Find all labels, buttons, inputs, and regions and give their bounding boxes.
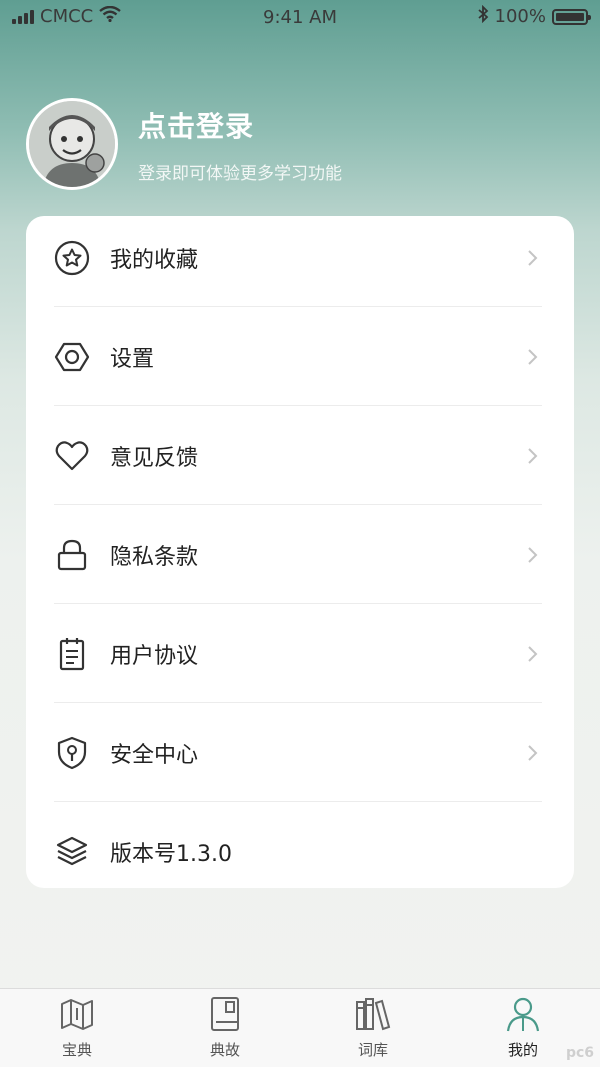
lock-icon [54,537,90,573]
menu-item-favorites[interactable]: 我的收藏 [54,208,542,307]
tab-label: 典故 [209,1041,240,1059]
login-subtitle: 登录即可体验更多学习功能 [138,163,342,184]
person-icon [448,995,598,1033]
tab-diangu[interactable]: 典故 [150,995,300,1061]
layers-icon [54,834,90,870]
status-bar: CMCC 9:41 AM 100% [0,0,600,36]
battery-percent: 100% [494,6,546,27]
tab-ciku[interactable]: 词库 [298,995,448,1061]
status-right: 100% [477,4,591,28]
tab-label: 宝典 [61,1041,92,1059]
menu-item-feedback[interactable]: 意见反馈 [54,406,542,505]
menu-item-label: 安全中心 [110,742,199,768]
heart-icon [54,438,90,474]
login-header[interactable]: 点击登录 登录即可体验更多学习功能 [26,98,342,190]
chevron-right-icon [528,744,538,761]
library-icon [298,995,448,1033]
menu-item-user-agreement[interactable]: 用户协议 [54,604,542,703]
chevron-right-icon [528,546,538,563]
star-circle-icon [54,240,90,276]
menu-item-label: 意见反馈 [110,445,199,471]
chevron-right-icon [528,249,538,266]
menu-item-settings[interactable]: 设置 [54,307,542,406]
book-icon [150,995,300,1033]
hexagon-settings-icon [54,339,90,375]
menu-item-label: 我的收藏 [110,247,199,273]
menu-item-label: 设置 [110,346,155,372]
avatar[interactable] [26,98,118,190]
notepad-icon [54,636,90,672]
battery-icon [552,8,591,25]
chevron-right-icon [528,447,538,464]
watermark-logo: pc6 [565,1045,594,1061]
menu-item-version: 版本号1.3.0 [54,802,542,901]
menu-item-security-center[interactable]: 安全中心 [54,703,542,802]
menu-item-privacy[interactable]: 隐私条款 [54,505,542,604]
menu-item-label: 用户协议 [110,643,199,669]
tab-bar: 宝典 典故 词库 我的 pc6 [0,988,600,1067]
tab-label: 词库 [357,1041,388,1059]
chevron-right-icon [528,348,538,365]
map-icon [2,995,152,1033]
version-label: 版本号1.3.0 [110,841,232,867]
battery-level [556,12,584,21]
chevron-right-icon [528,645,538,662]
menu-item-label: 隐私条款 [110,544,199,570]
login-text-group: 点击登录 登录即可体验更多学习功能 [138,105,342,184]
shield-key-icon [54,735,90,771]
menu-card: 我的收藏 设置 意见反馈 隐私条款 用户协议 安全中心 版本号1.3.0 [26,216,574,888]
bluetooth-icon [477,4,489,28]
tab-baodian[interactable]: 宝典 [2,995,152,1061]
login-title[interactable]: 点击登录 [138,105,342,145]
